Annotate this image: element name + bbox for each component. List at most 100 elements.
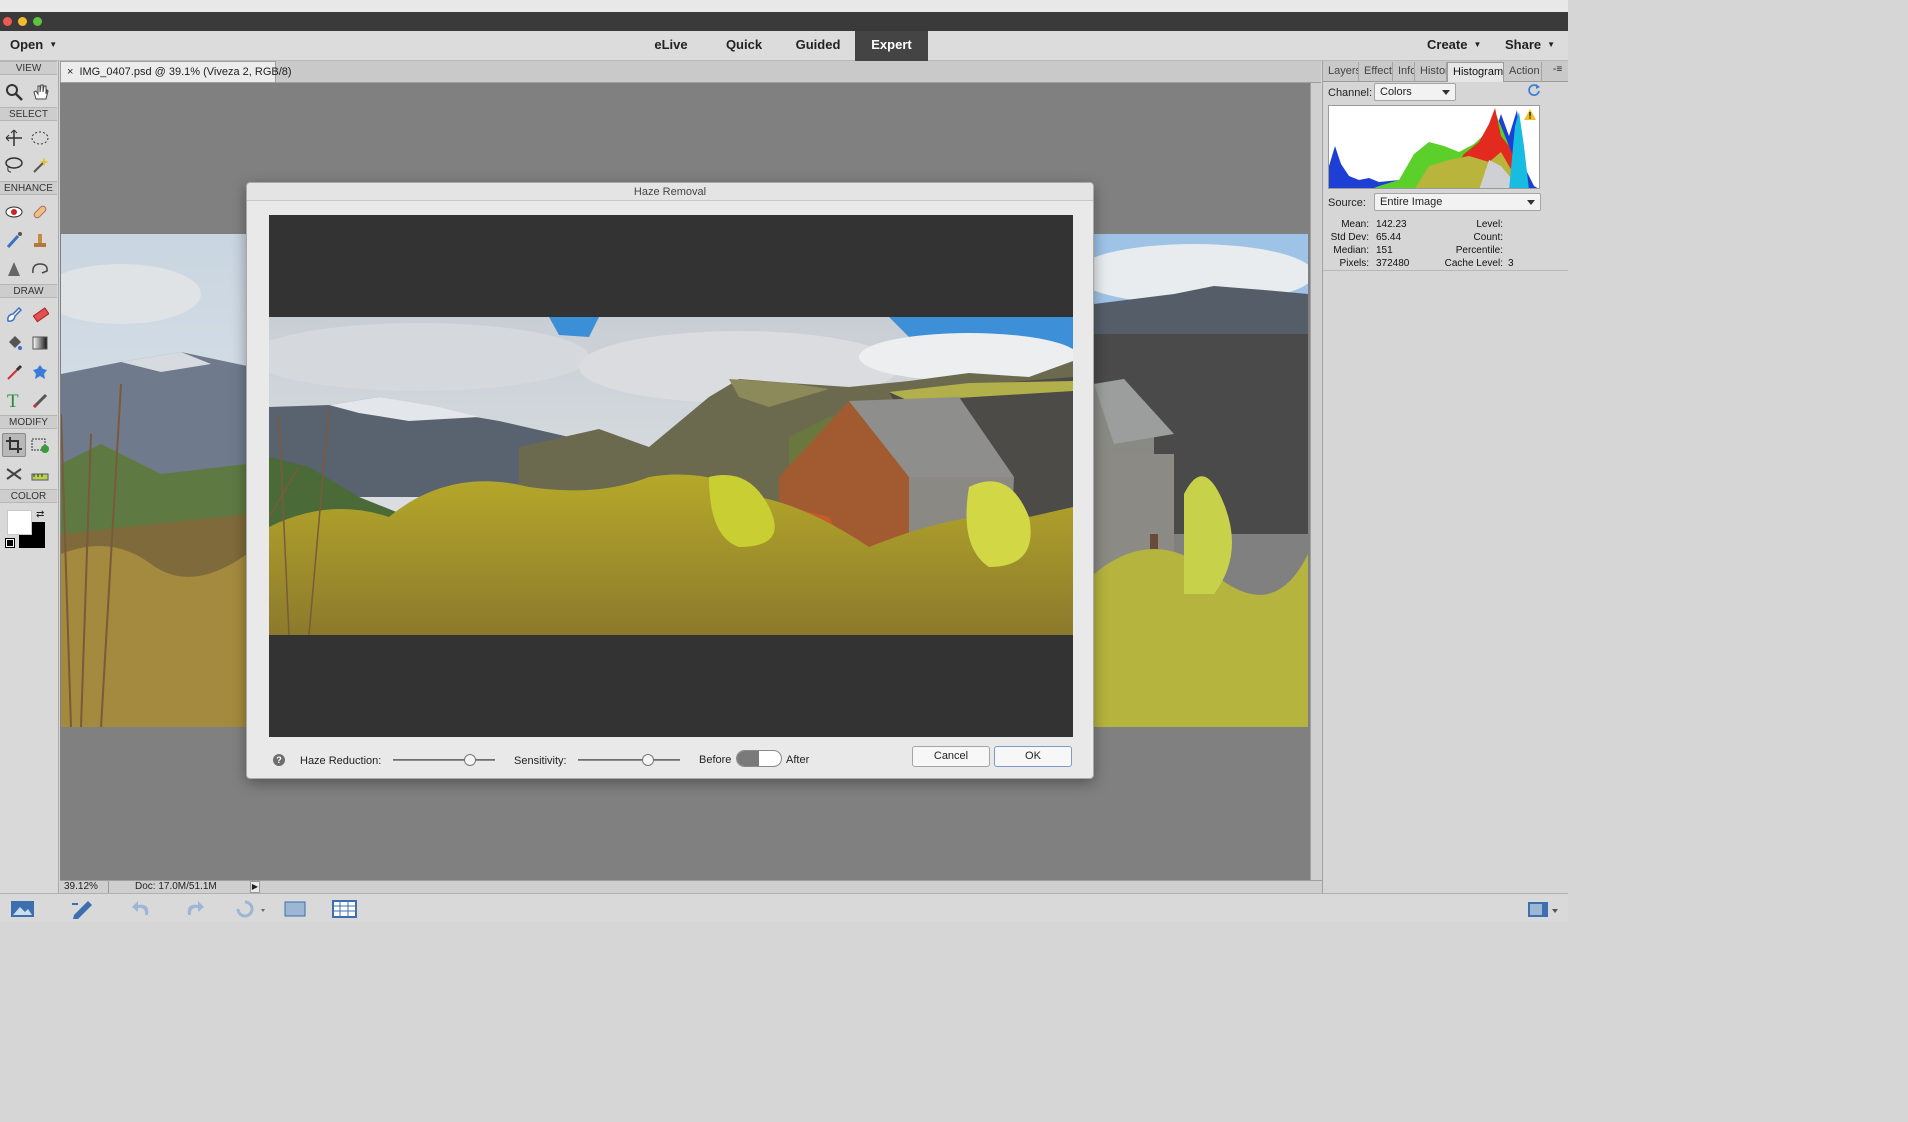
crop-icon[interactable] — [2, 433, 26, 457]
open-label: Open — [10, 37, 44, 52]
open-menu[interactable]: Open ▼ — [10, 31, 57, 61]
tab-actions[interactable]: Action — [1504, 62, 1542, 82]
refresh-icon[interactable] — [1527, 83, 1541, 100]
close-tab-icon[interactable]: × — [67, 66, 73, 78]
layout-icon[interactable] — [283, 899, 309, 922]
hand-icon[interactable] — [28, 80, 52, 104]
red-eye-icon[interactable] — [2, 200, 26, 224]
histogram-graph — [1328, 105, 1540, 189]
panel-menu-icon[interactable]: -≡ — [1553, 64, 1562, 75]
redo-icon[interactable] — [182, 899, 206, 922]
pixels-value: 372480 — [1376, 258, 1410, 269]
close-window-button[interactable] — [3, 17, 12, 26]
spot-healing-icon[interactable] — [28, 200, 52, 224]
mode-expert[interactable]: Expert — [855, 31, 928, 61]
zoom-icon[interactable] — [2, 80, 26, 104]
swap-colors-icon[interactable]: ⇄ — [36, 510, 44, 520]
minimize-window-button[interactable] — [18, 17, 27, 26]
haze-reduction-label: Haze Reduction: — [300, 755, 382, 767]
std-dev-label: Std Dev: — [1330, 232, 1369, 243]
eyedropper-icon[interactable] — [2, 360, 26, 384]
tab-layers[interactable]: Layers — [1323, 62, 1359, 82]
tab-effects[interactable]: Effects — [1359, 62, 1393, 82]
source-value: Entire Image — [1380, 196, 1443, 208]
sensitivity-label: Sensitivity: — [514, 755, 567, 767]
chevron-down-icon: ▼ — [1547, 40, 1556, 49]
sensitivity-knob[interactable] — [642, 754, 655, 766]
eraser-icon[interactable] — [28, 303, 52, 327]
toggle-handle — [737, 751, 759, 766]
canvas-vertical-scrollbar[interactable] — [1310, 83, 1321, 880]
cancel-button[interactable]: Cancel — [912, 746, 990, 767]
histogram-panel: Layers Effects Info Histor Histogram Act… — [1322, 61, 1568, 893]
after-label: After — [786, 754, 810, 766]
mode-bar: Open ▼ eLive Quick Guided Expert Create ▼ … — [0, 31, 1568, 61]
magic-wand-icon[interactable] — [28, 153, 52, 177]
tools-panel: VIEW SELECT ENHANCE DRAW T MODIFY COLOR … — [0, 61, 59, 893]
tab-info[interactable]: Info — [1393, 62, 1415, 82]
channel-select[interactable]: Colors — [1374, 83, 1456, 101]
zoom-level: 39.12% — [64, 881, 98, 892]
tab-histogram[interactable]: Histogram — [1447, 62, 1504, 82]
organizer-icon[interactable] — [332, 899, 358, 922]
level-label: Level: — [1476, 219, 1503, 230]
cache-level-label: Cache Level: — [1444, 258, 1503, 269]
recompose-icon[interactable] — [28, 433, 52, 457]
before-after-toggle[interactable] — [736, 750, 782, 767]
haze-reduction-knob[interactable] — [463, 754, 476, 766]
median-value: 151 — [1376, 245, 1393, 256]
tab-history[interactable]: Histor — [1415, 62, 1447, 82]
ok-button[interactable]: OK — [994, 746, 1072, 767]
lasso-icon[interactable] — [2, 153, 26, 177]
sensitivity-slider[interactable] — [578, 754, 680, 766]
zoom-window-button[interactable] — [33, 17, 42, 26]
brush-icon[interactable] — [2, 303, 26, 327]
svg-text:T: T — [7, 391, 19, 409]
paint-bucket-icon[interactable] — [2, 331, 26, 355]
content-aware-move-icon[interactable] — [2, 462, 26, 486]
smart-brush-icon[interactable] — [2, 228, 26, 252]
std-dev-value: 65.44 — [1376, 232, 1402, 243]
help-icon[interactable]: ? — [273, 754, 285, 766]
photo-bin-icon[interactable] — [10, 899, 36, 922]
blur-icon[interactable] — [2, 257, 26, 281]
tool-options-icon[interactable] — [70, 899, 96, 922]
mode-guided[interactable]: Guided — [783, 31, 853, 61]
mean-label: Mean: — [1341, 219, 1369, 230]
create-menu[interactable]: Create ▼ — [1427, 31, 1481, 61]
median-label: Median: — [1333, 245, 1369, 256]
document-tab[interactable]: × IMG_0407.psd @ 39.1% (Viveza 2, RGB/8) — [60, 61, 292, 82]
move-icon[interactable] — [2, 126, 26, 150]
mode-quick[interactable]: Quick — [712, 31, 776, 61]
panel-divider — [1323, 270, 1568, 271]
rotate-icon[interactable] — [232, 899, 266, 922]
panel-layout-icon[interactable] — [1527, 899, 1561, 922]
document-tab-title: IMG_0407.psd @ 39.1% (Viveza 2, RGB/8) — [79, 66, 292, 78]
status-menu-arrow-icon[interactable]: ▶ — [250, 881, 260, 893]
haze-reduction-slider[interactable] — [393, 754, 495, 766]
share-menu[interactable]: Share ▼ — [1505, 31, 1555, 61]
clone-stamp-icon[interactable] — [28, 228, 52, 252]
status-bar: 39.12% Doc: 17.0M/51.1M ▶ — [60, 880, 1322, 893]
warning-icon[interactable] — [1524, 109, 1536, 123]
cache-level-value: 3 — [1508, 258, 1514, 269]
custom-shape-icon[interactable] — [28, 360, 52, 384]
section-select: SELECT — [0, 107, 57, 121]
foreground-color-swatch[interactable] — [7, 510, 32, 535]
canvas-photo-right — [1094, 234, 1308, 727]
pencil-icon[interactable] — [28, 388, 52, 412]
mean-value: 142.23 — [1376, 219, 1407, 230]
undo-icon[interactable] — [130, 899, 154, 922]
straighten-icon[interactable] — [28, 462, 52, 486]
source-select[interactable]: Entire Image — [1374, 193, 1541, 211]
default-colors-icon[interactable] — [5, 538, 15, 548]
marquee-icon[interactable] — [28, 126, 52, 150]
chevron-down-icon — [1442, 90, 1450, 95]
sponge-icon[interactable] — [28, 257, 52, 281]
gradient-icon[interactable] — [28, 331, 52, 355]
section-view: VIEW — [0, 61, 57, 75]
haze-removal-dialog: Haze Removal ? Haze Reduction: Sensitivi… — [246, 182, 1094, 779]
chevron-down-icon: ▼ — [49, 40, 58, 49]
type-icon[interactable]: T — [2, 388, 26, 412]
mode-elive[interactable]: eLive — [640, 31, 702, 61]
